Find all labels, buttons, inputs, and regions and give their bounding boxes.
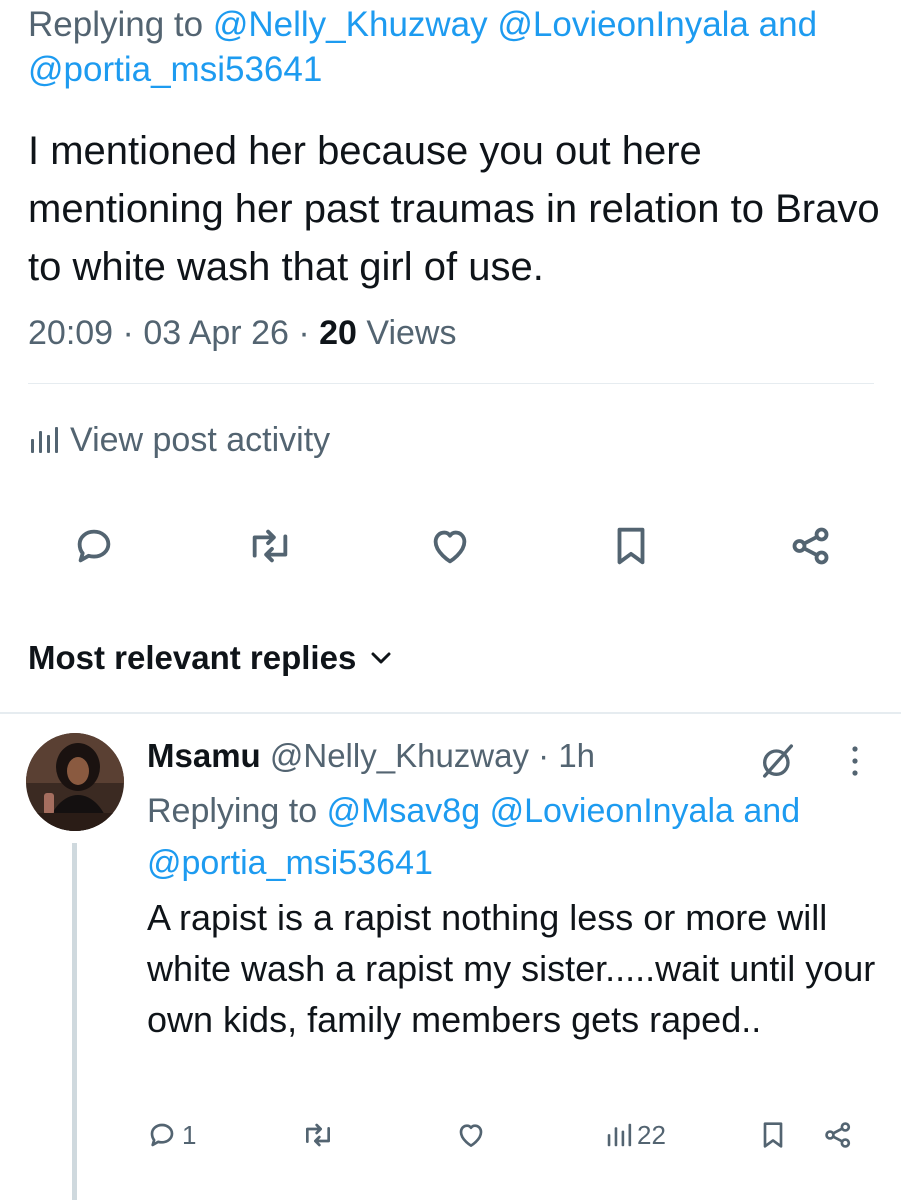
replying-prefix: Replying to [28, 5, 204, 44]
replying-to-line: Replying to @Nelly_Khuzway @LovieonInyal… [28, 2, 898, 92]
reply-replying-prefix: Replying to [147, 792, 318, 830]
view-post-activity-link[interactable]: View post activity [28, 418, 330, 462]
reply-action-bar: 1 22 [0, 1110, 901, 1160]
analytics-icon [607, 1123, 632, 1147]
chevron-down-icon [371, 652, 391, 664]
reply-replying-and[interactable]: and [743, 792, 800, 830]
reply-header: Msamu @Nelly_Khuzway · 1h [147, 733, 595, 779]
post-text: I mentioned her because you out here men… [28, 129, 880, 289]
repost-icon [252, 529, 288, 563]
like-button[interactable] [420, 516, 480, 576]
share-button[interactable] [781, 516, 841, 576]
reply-views-count: 22 [637, 1119, 666, 1150]
avatar-photo [26, 733, 124, 831]
reply-bookmark-button[interactable] [757, 1110, 789, 1160]
share-icon [825, 1122, 851, 1148]
reply-count: 1 [182, 1119, 197, 1150]
replying-and[interactable]: and [759, 5, 817, 44]
repost-button[interactable] [240, 516, 300, 576]
views-count: 20 [319, 314, 357, 352]
replying-handle-last-link[interactable]: @portia_msi53641 [28, 50, 322, 89]
bookmark-icon [617, 527, 645, 565]
reply-author-handle[interactable]: @Nelly_Khuzway [270, 737, 529, 774]
analytics-icon [31, 427, 58, 453]
bookmark-icon [763, 1122, 783, 1148]
meta-separator: · [298, 314, 310, 352]
reply-replying-to-line: Replying to @Msav8g @LovieonInyala and @… [147, 785, 847, 889]
reply-icon [150, 1123, 174, 1147]
reply-reply-button[interactable]: 1 [146, 1110, 196, 1160]
replies-sort-dropdown[interactable]: Most relevant replies [28, 636, 392, 680]
meta-separator: · [122, 314, 134, 352]
reply-share-button[interactable] [822, 1110, 854, 1160]
reply-repost-button[interactable] [300, 1110, 336, 1160]
reply-author-name[interactable]: Msamu [147, 737, 261, 774]
more-icon [852, 746, 858, 776]
reply-header-separator: · [538, 737, 550, 774]
section-divider [0, 712, 901, 714]
repost-icon [306, 1123, 330, 1147]
more-options-button[interactable] [840, 737, 870, 785]
like-icon [433, 530, 467, 564]
grok-button[interactable] [754, 737, 802, 785]
reply-views-button[interactable]: 22 [605, 1110, 666, 1160]
grok-icon [763, 744, 793, 778]
reply-text: A rapist is a rapist nothing less or mor… [147, 897, 876, 1040]
like-icon [459, 1124, 483, 1147]
replying-handles-link[interactable]: @Nelly_Khuzway @LovieonInyala [213, 5, 749, 44]
reply-button[interactable] [64, 516, 124, 576]
share-icon [792, 527, 829, 565]
divider [28, 383, 874, 384]
bookmark-button[interactable] [601, 516, 661, 576]
post-action-bar [0, 516, 901, 576]
view-post-activity-label: View post activity [70, 421, 331, 459]
reply-icon [77, 529, 111, 563]
reply-like-button[interactable] [455, 1110, 487, 1160]
reply-replying-handles-link[interactable]: @Msav8g @LovieonInyala [327, 792, 734, 830]
reply-age[interactable]: 1h [558, 737, 595, 774]
post-meta: 20:09 · 03 Apr 26 · 20 Views [28, 310, 457, 356]
avatar[interactable] [26, 733, 124, 831]
views-label: Views [366, 314, 457, 352]
post-date[interactable]: 03 Apr 26 [143, 314, 289, 352]
reply-replying-handle-last-link[interactable]: @portia_msi53641 [147, 844, 433, 882]
post-time[interactable]: 20:09 [28, 314, 113, 352]
replies-sort-label: Most relevant replies [28, 639, 357, 676]
